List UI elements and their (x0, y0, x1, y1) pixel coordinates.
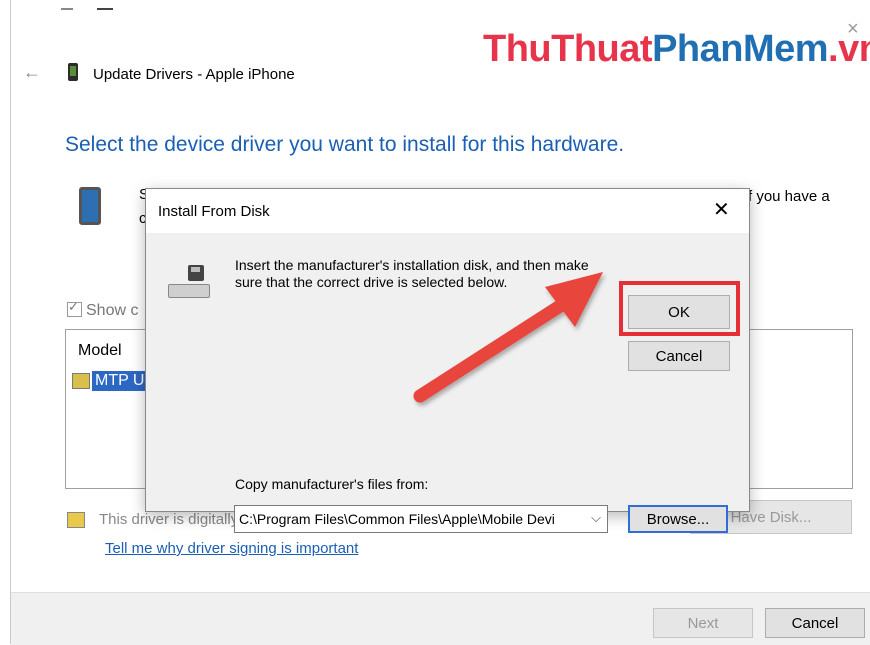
certificate-icon (67, 511, 85, 528)
show-compatible-label: Show c (86, 302, 139, 319)
list-item[interactable]: MTP U (72, 370, 148, 392)
dialog-body: Insert the manufacturer's installation d… (146, 233, 749, 533)
close-icon[interactable]: ✕ (713, 197, 730, 222)
show-compatible-checkbox[interactable]: Show c (67, 299, 139, 320)
model-column-header[interactable]: Model (78, 342, 122, 360)
ok-highlight-box (619, 281, 740, 336)
chevron-down-icon[interactable]: ⌵ (591, 510, 601, 526)
next-button[interactable]: Next (653, 608, 753, 638)
window-title: Update Drivers - Apple iPhone (93, 66, 295, 83)
driver-signing-link[interactable]: Tell me why driver signing is important (105, 540, 358, 557)
page-heading: Select the device driver you want to ins… (65, 133, 625, 156)
logo-part: PhanMem (652, 28, 829, 70)
watermark-logo: ThuThuatPhanMem.vn (483, 28, 870, 71)
dialog-title: Install From Disk (158, 203, 270, 220)
instruction-text: Insert the manufacturer's installation d… (235, 257, 589, 290)
description-fragment: f you have a (748, 188, 830, 205)
checkbox-check-icon[interactable] (67, 299, 82, 317)
install-from-disk-dialog: Install From Disk ✕ Insert the manufactu… (145, 188, 750, 533)
back-arrow-icon[interactable]: ← (23, 62, 41, 83)
window-edge-mark (61, 8, 73, 10)
source-path-combobox[interactable]: C:\Program Files\Common Files\Apple\Mobi… (234, 505, 608, 533)
disk-drive-icon (168, 265, 210, 299)
dialog-cancel-button[interactable]: Cancel (628, 341, 730, 371)
floppy-icon (188, 265, 204, 281)
driver-icon (72, 373, 90, 389)
model-item-label: MTP U (92, 371, 148, 391)
logo-part: ThuThuat (483, 28, 653, 70)
logo-part: .vn (828, 28, 870, 70)
drive-icon (168, 284, 210, 298)
source-path-value[interactable]: C:\Program Files\Common Files\Apple\Mobi… (239, 511, 581, 527)
cancel-button[interactable]: Cancel (765, 608, 865, 638)
browse-button[interactable]: Browse... (628, 505, 728, 533)
column-divider (746, 336, 851, 366)
window-edge-mark (97, 8, 113, 10)
device-icon (79, 187, 101, 225)
phone-icon (68, 63, 78, 81)
copy-from-label: Copy manufacturer's files from: (235, 476, 429, 492)
